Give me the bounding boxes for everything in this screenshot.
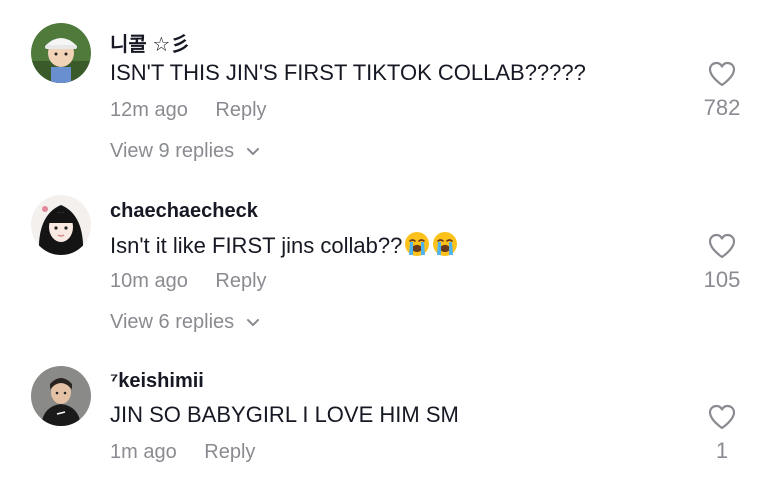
- avatar[interactable]: [31, 23, 91, 83]
- avatar[interactable]: [31, 195, 91, 255]
- comment-text: ISN'T THIS JIN'S FIRST TIKTOK COLLAB????…: [110, 60, 586, 85]
- comment-text: Isn't it like FIRST jins collab??: [110, 231, 458, 259]
- reply-button[interactable]: Reply: [215, 270, 266, 292]
- avatar[interactable]: [31, 366, 91, 426]
- heart-outline-icon: [708, 404, 736, 430]
- comment-username[interactable]: chaechaecheck: [110, 200, 258, 223]
- chevron-down-icon: [246, 318, 259, 326]
- like-count: 1: [715, 438, 729, 463]
- comment-meta: 1m ago Reply: [110, 441, 255, 464]
- comment-meta: 10m ago Reply: [110, 270, 267, 293]
- comment-text: JIN SO BABYGIRL I LOVE HIM SM: [110, 402, 459, 427]
- heart-outline-icon: [708, 233, 736, 259]
- view-replies-label: View 9 replies: [110, 140, 235, 162]
- like-count: 782: [703, 95, 741, 120]
- loudly-crying-face-icon: [433, 232, 458, 256]
- comment-username[interactable]: 니콜 ☆彡: [110, 28, 190, 57]
- heart-outline-icon: [708, 61, 736, 87]
- like-button[interactable]: 1: [692, 404, 752, 464]
- loudly-crying-face-icon: [405, 232, 430, 256]
- chevron-down-icon: [246, 147, 259, 155]
- comment-time: 12m ago: [110, 99, 188, 121]
- view-replies-button[interactable]: View 9 replies: [110, 140, 260, 163]
- comment-time: 10m ago: [110, 270, 188, 292]
- reply-button[interactable]: Reply: [204, 441, 255, 463]
- view-replies-label: View 6 replies: [110, 311, 235, 333]
- comment-username[interactable]: ⁷keishimii: [110, 370, 204, 393]
- comment-text-body: Isn't it like FIRST jins collab??: [110, 233, 403, 258]
- like-button[interactable]: 105: [692, 233, 752, 293]
- view-replies-button[interactable]: View 6 replies: [110, 311, 260, 334]
- reply-button[interactable]: Reply: [215, 99, 266, 121]
- comment-meta: 12m ago Reply: [110, 99, 267, 122]
- like-button[interactable]: 782: [692, 61, 752, 121]
- like-count: 105: [703, 267, 741, 292]
- comment-time: 1m ago: [110, 441, 177, 463]
